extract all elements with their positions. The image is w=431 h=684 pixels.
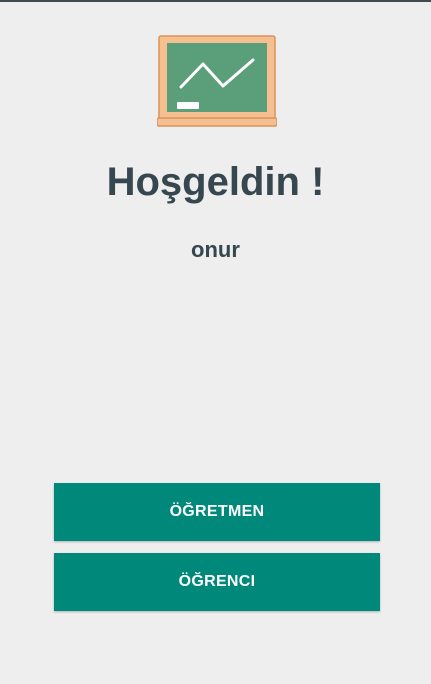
- student-button[interactable]: ÖĞRENCI: [54, 553, 380, 611]
- welcome-title: Hoşgeldin !: [106, 160, 325, 204]
- status-bar-edge: [0, 0, 431, 2]
- chalkboard-icon: [157, 35, 277, 127]
- teacher-button-label: ÖĞRETMEN: [169, 503, 265, 520]
- teacher-button[interactable]: ÖĞRETMEN: [54, 483, 380, 541]
- student-button-label: ÖĞRENCI: [178, 573, 256, 590]
- username-label: onur: [191, 237, 240, 262]
